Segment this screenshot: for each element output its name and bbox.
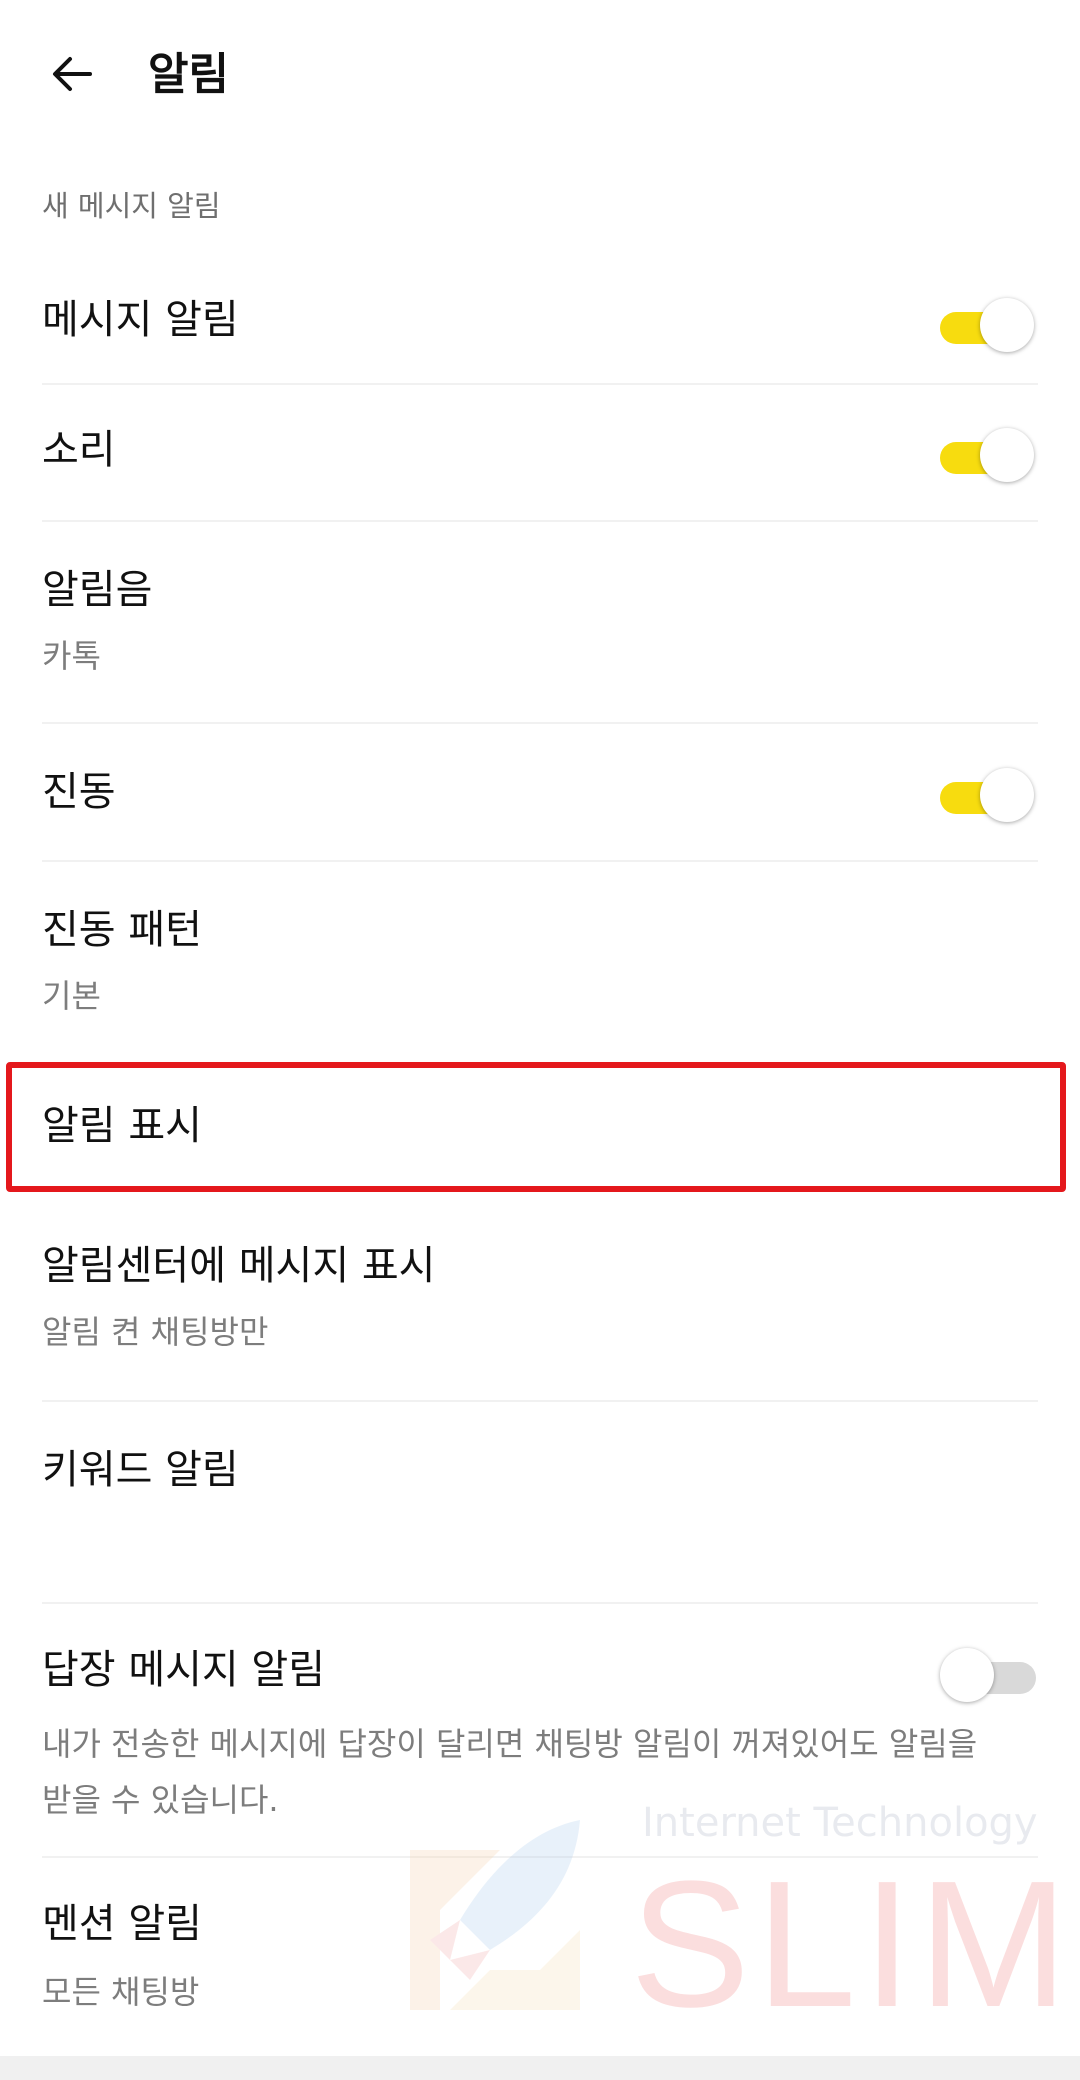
setting-value: 모든 채팅방 xyxy=(42,1973,200,2011)
toggle-knob xyxy=(940,1648,994,1702)
setting-value: 기본 xyxy=(42,977,101,1015)
setting-row-notification-center[interactable]: 알림센터에 메시지 표시 알림 켠 채팅방만 xyxy=(0,1194,1080,1400)
setting-title: 답장 메시지 알림 xyxy=(42,1647,326,1693)
toggle-knob xyxy=(980,428,1034,482)
setting-row-message-alert[interactable]: 메시지 알림 xyxy=(0,280,1080,384)
setting-row-vibration[interactable]: 진동 xyxy=(0,724,1080,860)
sound-toggle[interactable] xyxy=(940,426,1034,486)
watermark-logo-text: SLIM xyxy=(630,1844,1075,2045)
setting-title: 키워드 알림 xyxy=(42,1447,239,1493)
setting-title: 소리 xyxy=(42,427,116,473)
setting-title: 알림음 xyxy=(42,567,153,613)
watermark: Internet Technology SLIM xyxy=(380,1800,1068,2060)
setting-row-sound[interactable]: 소리 xyxy=(0,384,1080,520)
page-title: 알림 xyxy=(148,49,229,100)
section-header-new-message: 새 메시지 알림 xyxy=(42,189,221,223)
toggle-knob xyxy=(980,298,1034,352)
highlight-box xyxy=(6,1062,1066,1192)
setting-title: 메시지 알림 xyxy=(42,297,239,343)
message-alert-toggle[interactable] xyxy=(940,296,1034,356)
bottom-edge xyxy=(0,2056,1080,2080)
toggle-knob xyxy=(980,768,1034,822)
setting-title: 멘션 알림 xyxy=(42,1901,202,1947)
setting-row-ringtone[interactable]: 알림음 카톡 xyxy=(0,522,1080,722)
setting-value: 알림 켠 채팅방만 xyxy=(42,1313,269,1351)
setting-title: 진동 xyxy=(42,769,116,815)
arrow-left-icon xyxy=(53,57,92,91)
watermark-tagline: Internet Technology xyxy=(642,1800,1038,1846)
reply-alert-toggle[interactable] xyxy=(940,1646,1036,1706)
setting-title: 알림센터에 메시지 표시 xyxy=(42,1243,436,1289)
back-button[interactable] xyxy=(42,44,102,104)
setting-row-keyword-alert[interactable]: 키워드 알림 xyxy=(0,1402,1080,1602)
app-header: 알림 xyxy=(0,0,1080,150)
setting-row-vibration-pattern[interactable]: 진동 패턴 기본 xyxy=(0,862,1080,1058)
rocket-logo-icon xyxy=(410,1820,580,2010)
vibration-toggle[interactable] xyxy=(940,766,1034,826)
setting-value: 카톡 xyxy=(42,637,101,675)
setting-title: 진동 패턴 xyxy=(42,907,202,953)
